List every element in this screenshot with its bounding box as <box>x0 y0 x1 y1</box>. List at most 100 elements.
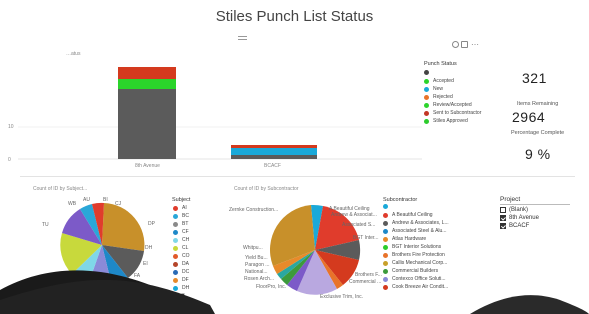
sub-label-whitpu: Whitpu... <box>243 245 263 251</box>
page-title: Stiles Punch List Status <box>215 8 374 25</box>
bar-8th-avenue-stiles-approved <box>118 67 176 79</box>
legend-item-bgt[interactable]: BGT Interior Solutions <box>383 244 441 250</box>
export-icon[interactable] <box>461 41 468 48</box>
legend-item-ai[interactable]: AI <box>173 205 187 211</box>
more-options-icon[interactable]: ⋯ <box>471 40 479 49</box>
pie-label-au: AU <box>83 197 90 203</box>
legend-item-associated-steel[interactable]: Associated Steel & Alu... <box>383 228 446 234</box>
sub-label-yield: Yield Bu... <box>245 255 268 261</box>
legend-dot <box>383 276 388 282</box>
legend-label: AI <box>182 205 187 211</box>
subject-chart-title: Count of ID by Subject... <box>33 186 88 192</box>
legend-label: CF <box>182 229 189 235</box>
project-slicer-title: Project <box>500 196 521 203</box>
pie-label-cj: CJ <box>115 201 122 207</box>
legend-item-sent-to-subcontractor[interactable]: Sent to Subcontractor <box>424 110 481 116</box>
legend-dot <box>173 277 178 283</box>
sub-label-zernke: Zernke Construction... <box>229 207 279 213</box>
slicer-item-label: 8th Avenue <box>509 215 539 221</box>
pie-label-wb: WB <box>68 201 77 207</box>
legend-label: New <box>433 86 444 92</box>
legend-item-ch[interactable]: CH <box>173 237 189 243</box>
bar-bcacf-new <box>231 148 317 155</box>
status-legend-title: Punch Status <box>424 61 457 67</box>
legend-dot <box>424 86 429 92</box>
legend-label: Associated Steel & Alu... <box>392 228 447 234</box>
legend-item-co[interactable]: CO <box>173 253 190 259</box>
legend-item-new[interactable]: New <box>424 86 443 92</box>
legend-item-atlas[interactable]: Atlas Hardware <box>383 236 426 242</box>
legend-label: CL <box>182 245 189 251</box>
legend-item-callis[interactable]: Callis Mechanical Corp... <box>383 260 447 266</box>
kpi-top-value: 321 <box>522 70 547 86</box>
slicer-item-blank[interactable]: (Blank) <box>500 207 528 213</box>
legend-dot <box>383 252 388 258</box>
legend-item-rejected[interactable]: Rejected <box>424 94 453 100</box>
legend-dot <box>173 221 178 227</box>
swoosh-right <box>470 295 589 314</box>
focus-mode-icon[interactable] <box>452 41 459 48</box>
legend-scroll-down-icon[interactable]: ▼ <box>180 293 186 299</box>
legend-label: Commercial Builders <box>392 268 439 274</box>
legend-label: Stiles Approved <box>433 118 468 124</box>
sub-label-brothers: Brothers F... <box>355 272 382 278</box>
legend-item-dc[interactable]: DC <box>173 269 189 275</box>
bar-8th-avenue-review <box>118 84 176 89</box>
legend-item-commercial[interactable]: Commercial Builders <box>383 268 438 274</box>
pie-label-tu: TU <box>42 222 49 228</box>
sub-chart-title: Count of ID by Subcontractor <box>234 186 299 192</box>
legend-item-contexco[interactable]: Contexco Office Soluti... <box>383 276 446 282</box>
legend-item-review-accepted[interactable]: Review/Accepted <box>424 102 472 108</box>
legend-item-blank[interactable] <box>424 70 433 75</box>
legend-item-cook-breeze[interactable]: Cook Breeze Air Condit... <box>383 284 448 290</box>
legend-dot <box>173 237 178 243</box>
kpi-percentage-label: Percentage Complete <box>511 130 565 136</box>
legend-item-dh[interactable]: DH <box>173 285 189 291</box>
legend-item-a-beautiful-ceiling[interactable]: A Beautiful Ceiling <box>383 212 433 218</box>
legend-label: Callis Mechanical Corp... <box>392 260 448 266</box>
slicer-item-bcacf[interactable]: BCACF <box>500 223 529 229</box>
section-divider <box>20 176 575 177</box>
legend-dot <box>383 244 388 250</box>
legend-label: BC <box>182 213 189 219</box>
legend-label: BGT Interior Solutions <box>392 244 442 250</box>
legend-dot <box>173 245 178 251</box>
bar-bcacf-red <box>231 145 317 148</box>
legend-item-bt[interactable]: BT <box>173 221 188 227</box>
sub-label-national: National... <box>245 269 268 275</box>
legend-item-stiles-approved[interactable]: Stiles Approved <box>424 118 468 124</box>
legend-dot <box>383 204 388 209</box>
kpi-items-remaining-value: 2964 <box>512 109 546 125</box>
legend-item-cl[interactable]: CL <box>173 245 188 251</box>
legend-item-brothers[interactable]: Brothers Fire Protection <box>383 252 445 258</box>
legend-label: Review/Accepted <box>433 102 472 108</box>
pie-label-dp: DP <box>148 221 155 227</box>
pie-label-dh: DH <box>145 245 153 251</box>
legend-item-df[interactable]: DF <box>173 277 189 283</box>
legend-item-bc[interactable]: BC <box>173 213 189 219</box>
subject-pie <box>60 202 145 288</box>
legend-label: Cook Breeze Air Condit... <box>392 284 449 290</box>
checkbox[interactable] <box>500 223 506 229</box>
legend-dot <box>424 94 429 100</box>
slicer-item-label: BCACF <box>509 223 530 229</box>
legend-label: Rejected <box>433 94 453 100</box>
slicer-item-label: (Blank) <box>509 207 529 213</box>
legend-label: DH <box>182 285 190 291</box>
slicer-item-8th-avenue[interactable]: 8th Avenue <box>500 215 539 221</box>
legend-item-blank-sub[interactable] <box>383 204 392 209</box>
legend-label: Accepted <box>433 78 454 84</box>
checkbox[interactable] <box>500 207 506 213</box>
legend-label: DF <box>182 277 189 283</box>
drag-handle-icon[interactable] <box>238 36 247 40</box>
legend-label: DA <box>182 261 189 267</box>
kpi-percentage-value: 9 % <box>525 146 551 162</box>
legend-item-da[interactable]: DA <box>173 261 189 267</box>
legend-item-accepted[interactable]: Accepted <box>424 78 454 84</box>
legend-label: CO <box>182 253 190 259</box>
legend-item-andrew[interactable]: Andrew & Associates, L... <box>383 220 449 226</box>
legend-label: DC <box>182 269 190 275</box>
checkbox[interactable] <box>500 215 506 221</box>
legend-label: Contexco Office Soluti... <box>392 276 446 282</box>
legend-item-cf[interactable]: CF <box>173 229 189 235</box>
